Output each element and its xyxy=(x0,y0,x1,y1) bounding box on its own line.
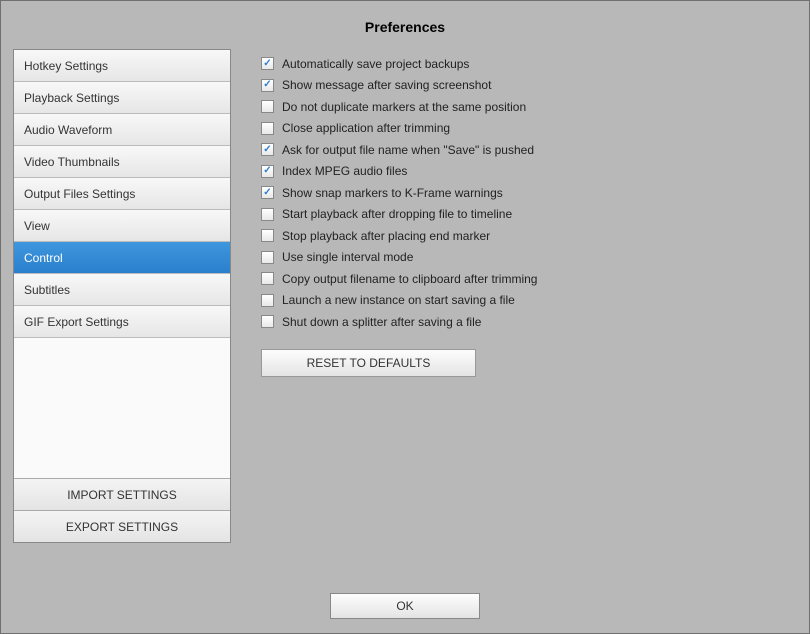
dialog-body: Hotkey SettingsPlayback SettingsAudio Wa… xyxy=(1,49,809,593)
checkbox[interactable] xyxy=(261,208,274,221)
dialog-title: Preferences xyxy=(1,1,809,49)
checkbox-row: Use single interval mode xyxy=(261,247,797,269)
import-settings-button[interactable]: IMPORT SETTINGS xyxy=(14,478,230,510)
checkbox[interactable] xyxy=(261,229,274,242)
checkbox-label: Do not duplicate markers at the same pos… xyxy=(282,100,526,114)
checkbox-row: Ask for output file name when "Save" is … xyxy=(261,139,797,161)
checkbox-row: Index MPEG audio files xyxy=(261,161,797,183)
checkbox-row: Show message after saving screenshot xyxy=(261,75,797,97)
sidebar-tab[interactable]: Playback Settings xyxy=(14,82,230,114)
checkbox-label: Index MPEG audio files xyxy=(282,164,407,178)
checkbox[interactable] xyxy=(261,57,274,70)
settings-panel: Automatically save project backups Show m… xyxy=(261,49,797,581)
sidebar-tab[interactable]: Subtitles xyxy=(14,274,230,306)
sidebar-tabs: Hotkey SettingsPlayback SettingsAudio Wa… xyxy=(14,50,230,478)
sidebar-tab[interactable]: Hotkey Settings xyxy=(14,50,230,82)
checkbox-row: Close application after trimming xyxy=(261,118,797,140)
checkbox-row: Show snap markers to K-Frame warnings xyxy=(261,182,797,204)
checkbox-label: Shut down a splitter after saving a file xyxy=(282,315,481,329)
checkbox-label: Start playback after dropping file to ti… xyxy=(282,207,512,221)
dialog-footer: OK xyxy=(1,593,809,633)
checkbox-label: Ask for output file name when "Save" is … xyxy=(282,143,534,157)
checkbox-row: Start playback after dropping file to ti… xyxy=(261,204,797,226)
sidebar-tab[interactable]: Control xyxy=(14,242,230,274)
checkbox-label: Use single interval mode xyxy=(282,250,413,264)
checkbox[interactable] xyxy=(261,100,274,113)
checkbox[interactable] xyxy=(261,272,274,285)
checkbox-row: Do not duplicate markers at the same pos… xyxy=(261,96,797,118)
export-settings-button[interactable]: EXPORT SETTINGS xyxy=(14,510,230,542)
checkbox-row: Launch a new instance on start saving a … xyxy=(261,290,797,312)
preferences-window: Preferences Hotkey SettingsPlayback Sett… xyxy=(0,0,810,634)
checkbox-row: Copy output filename to clipboard after … xyxy=(261,268,797,290)
sidebar: Hotkey SettingsPlayback SettingsAudio Wa… xyxy=(13,49,231,543)
checkbox-label: Launch a new instance on start saving a … xyxy=(282,293,515,307)
sidebar-tab[interactable]: GIF Export Settings xyxy=(14,306,230,338)
sidebar-tab[interactable]: Output Files Settings xyxy=(14,178,230,210)
sidebar-tab[interactable]: View xyxy=(14,210,230,242)
checkbox-row: Stop playback after placing end marker xyxy=(261,225,797,247)
checkbox-label: Stop playback after placing end marker xyxy=(282,229,490,243)
checkbox[interactable] xyxy=(261,79,274,92)
checkbox-row: Shut down a splitter after saving a file xyxy=(261,311,797,333)
checkbox-label: Automatically save project backups xyxy=(282,57,469,71)
reset-defaults-button[interactable]: RESET TO DEFAULTS xyxy=(261,349,476,377)
checkbox[interactable] xyxy=(261,251,274,264)
checkbox-label: Show message after saving screenshot xyxy=(282,78,491,92)
sidebar-tab[interactable]: Video Thumbnails xyxy=(14,146,230,178)
checkbox-label: Close application after trimming xyxy=(282,121,450,135)
checkbox-row: Automatically save project backups xyxy=(261,53,797,75)
checkbox-label: Copy output filename to clipboard after … xyxy=(282,272,537,286)
checkbox[interactable] xyxy=(261,143,274,156)
checkbox[interactable] xyxy=(261,315,274,328)
checkbox[interactable] xyxy=(261,294,274,307)
sidebar-tab[interactable]: Audio Waveform xyxy=(14,114,230,146)
checkbox[interactable] xyxy=(261,165,274,178)
checkbox[interactable] xyxy=(261,186,274,199)
checkbox-list: Automatically save project backups Show m… xyxy=(261,53,797,333)
ok-button[interactable]: OK xyxy=(330,593,480,619)
checkbox-label: Show snap markers to K-Frame warnings xyxy=(282,186,503,200)
sidebar-buttons: IMPORT SETTINGS EXPORT SETTINGS xyxy=(14,478,230,542)
checkbox[interactable] xyxy=(261,122,274,135)
